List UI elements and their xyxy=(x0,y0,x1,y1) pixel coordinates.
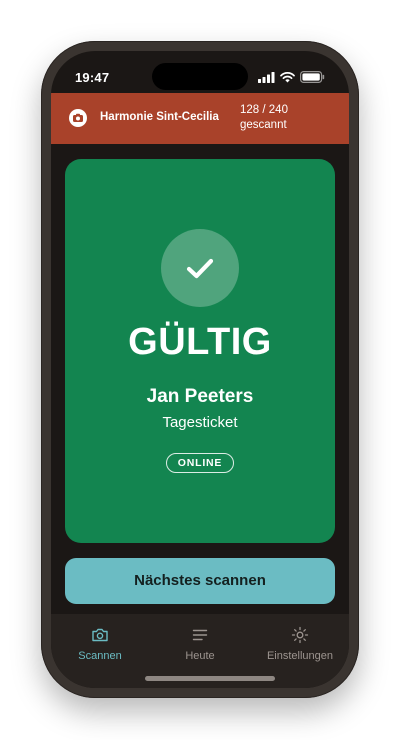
online-badge: ONLINE xyxy=(166,453,234,473)
tab-scannen[interactable]: Scannen xyxy=(51,614,149,670)
next-scan-button[interactable]: Nächstes scannen xyxy=(65,558,335,604)
status-time: 19:47 xyxy=(75,70,110,85)
tab-heute[interactable]: Heute xyxy=(151,614,249,670)
app-header: Harmonie Sint-Cecilia 128 / 240 gescannt xyxy=(51,93,349,144)
check-circle xyxy=(161,229,239,307)
battery-icon xyxy=(300,71,325,83)
checkmark-icon xyxy=(186,258,214,279)
phone-screen: 19:47 Harmonie Sint-Cecilia 128 / 240 ge… xyxy=(51,51,349,688)
page: 19:47 Harmonie Sint-Cecilia 128 / 240 ge… xyxy=(0,0,400,740)
camera-icon xyxy=(92,628,108,642)
scan-count-label: gescannt xyxy=(240,119,287,131)
wifi-icon xyxy=(280,71,295,82)
list-icon xyxy=(192,629,208,641)
tab-label: Einstellungen xyxy=(266,650,334,662)
validity-status: GÜLTIG xyxy=(128,321,272,363)
camera-logo-icon xyxy=(69,109,87,127)
status-icons xyxy=(258,71,325,83)
scan-counter: 128 / 240 gescannt xyxy=(240,103,288,133)
signal-icon xyxy=(258,71,275,83)
ticket-type: Tagesticket xyxy=(162,414,238,431)
ticket-holder-name: Jan Peeters xyxy=(146,386,254,407)
scan-result-card: GÜLTIG Jan Peeters Tagesticket ONLINE xyxy=(65,159,335,543)
scan-count-value: 128 / 240 xyxy=(240,104,288,116)
organization-name: Harmonie Sint-Cecilia xyxy=(100,111,219,123)
home-indicator xyxy=(145,676,275,681)
phone-frame: 19:47 Harmonie Sint-Cecilia 128 / 240 ge… xyxy=(41,41,359,698)
gear-icon xyxy=(291,626,309,644)
tab-label: Scannen xyxy=(78,650,122,662)
tab-label: Heute xyxy=(185,650,215,662)
dynamic-island xyxy=(152,63,248,90)
tab-einstellungen[interactable]: Einstellungen xyxy=(251,614,349,670)
